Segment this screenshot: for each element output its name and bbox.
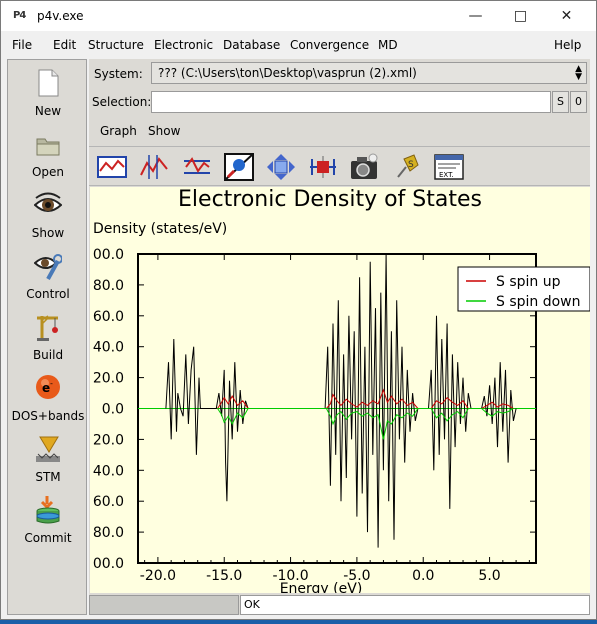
y-tick-label: 40.0 bbox=[93, 340, 124, 356]
ext-icon[interactable]: EXT. bbox=[434, 153, 464, 181]
curve-lines-icon[interactable] bbox=[182, 153, 212, 181]
y-tick-label: 0.0 bbox=[102, 402, 124, 418]
selection-label: Selection: bbox=[92, 95, 152, 109]
chart-title: Electronic Density of States bbox=[178, 187, 482, 212]
stm-tip-icon bbox=[36, 436, 60, 462]
graph-toolbar: S EXT. bbox=[89, 146, 590, 186]
window-title: p4v.exe bbox=[37, 9, 84, 23]
curve-icon[interactable] bbox=[139, 153, 169, 181]
tool-stm[interactable]: STM bbox=[8, 430, 88, 490]
menu-help[interactable]: Help bbox=[554, 38, 581, 52]
tool-label: New bbox=[34, 104, 62, 118]
svg-text:e: e bbox=[42, 381, 50, 395]
system-label: System: bbox=[94, 67, 143, 81]
tool-label: Commit bbox=[24, 531, 72, 545]
svg-text:-: - bbox=[50, 379, 53, 388]
tool-show[interactable]: Show bbox=[8, 186, 88, 246]
zoom-icon[interactable] bbox=[224, 153, 254, 181]
svg-text:EXT.: EXT. bbox=[439, 171, 454, 179]
x-axis-label: Energy (eV) bbox=[280, 581, 363, 593]
tool-new[interactable]: New bbox=[8, 64, 88, 124]
crane-icon bbox=[37, 315, 58, 341]
tool-label: Build bbox=[32, 348, 64, 362]
chart-svg: 00.0 80.0 60.0 40.0 20.0 0.0 20.0 40.0 60.0 80.0 0… bbox=[93, 247, 590, 593]
x-tick-label: -15.0 bbox=[206, 568, 242, 584]
menu-edit[interactable]: Edit bbox=[53, 38, 76, 52]
tool-label: DOS+bands bbox=[11, 409, 85, 423]
x-tick-label: 0.0 bbox=[412, 568, 434, 584]
menu-md[interactable]: MD bbox=[378, 38, 398, 52]
legend-label: S spin down bbox=[496, 294, 581, 310]
y-tick-label: 40.0 bbox=[93, 463, 124, 479]
selection-s-button[interactable]: S bbox=[552, 91, 569, 113]
y-tick-label: 80.0 bbox=[93, 525, 124, 541]
selection-input[interactable] bbox=[151, 91, 551, 113]
menu-structure[interactable]: Structure bbox=[88, 38, 144, 52]
open-folder-icon bbox=[36, 138, 60, 156]
tool-label: Show bbox=[31, 226, 65, 240]
status-bar: OK bbox=[89, 595, 590, 615]
electron-icon: e - bbox=[36, 375, 60, 399]
status-progress bbox=[89, 595, 239, 615]
x-tick-label: -20.0 bbox=[140, 568, 176, 584]
y-tick-label: 00.0 bbox=[93, 556, 124, 572]
menu-bar: File Edit Structure Electronic Database … bbox=[1, 35, 596, 57]
pin-icon[interactable]: S bbox=[392, 153, 422, 181]
pan-arrows-icon[interactable] bbox=[266, 153, 296, 181]
eye-icon bbox=[34, 192, 62, 212]
show-menu[interactable]: Show bbox=[148, 124, 180, 138]
tool-dos-bands[interactable]: e - DOS+bands bbox=[8, 369, 88, 429]
scale-icon[interactable] bbox=[308, 153, 338, 181]
app-icon: P4 bbox=[13, 10, 26, 21]
y-tick-label: 20.0 bbox=[93, 432, 124, 448]
camera-icon[interactable] bbox=[349, 153, 379, 181]
tool-label: STM bbox=[35, 470, 61, 484]
left-toolbar: New Open Show Control Build e - DOS+band… bbox=[7, 59, 87, 615]
tool-build[interactable]: Build bbox=[8, 308, 88, 368]
graph-frame-icon[interactable] bbox=[97, 153, 127, 181]
y-tick-label: 80.0 bbox=[93, 278, 124, 294]
app-window: P4 p4v.exe — □ ✕ File Edit Structure Ele… bbox=[0, 0, 597, 620]
selection-zero-button[interactable]: 0 bbox=[570, 91, 587, 113]
x-tick-label: 5.0 bbox=[478, 568, 500, 584]
title-bar[interactable]: P4 p4v.exe — □ ✕ bbox=[1, 1, 596, 31]
graph-menu[interactable]: Graph bbox=[100, 124, 137, 138]
maximize-button[interactable]: □ bbox=[498, 1, 543, 31]
dos-chart[interactable]: 00.0 80.0 60.0 40.0 20.0 0.0 20.0 40.0 60.0 80.0 0… bbox=[90, 187, 590, 593]
menu-database[interactable]: Database bbox=[223, 38, 280, 52]
menu-convergence[interactable]: Convergence bbox=[290, 38, 369, 52]
y-tick-label: 60.0 bbox=[93, 309, 124, 325]
minimize-button[interactable]: — bbox=[453, 1, 498, 31]
main-panel: System: ??? (C:\Users\ton\Desktop\vaspru… bbox=[89, 59, 590, 615]
y-tick-label: 20.0 bbox=[93, 371, 124, 387]
y-tick-label: 00.0 bbox=[93, 247, 124, 263]
y-axis-label: Density (states/eV) bbox=[93, 221, 228, 237]
tool-label: Open bbox=[31, 165, 65, 179]
updown-arrow-icon: ▲ ▼ bbox=[575, 64, 582, 82]
new-document-icon bbox=[38, 69, 59, 97]
control-wrench-icon bbox=[34, 254, 62, 280]
system-value: ??? (C:\Users\ton\Desktop\vasprun (2).xm… bbox=[158, 66, 417, 80]
menu-file[interactable]: File bbox=[12, 38, 32, 52]
y-tick-label: 60.0 bbox=[93, 494, 124, 510]
menu-electronic[interactable]: Electronic bbox=[154, 38, 213, 52]
close-button[interactable]: ✕ bbox=[544, 1, 589, 31]
svg-text:S: S bbox=[408, 160, 414, 170]
tool-label: Control bbox=[26, 287, 70, 301]
legend-label: S spin up bbox=[496, 274, 561, 290]
tool-open[interactable]: Open bbox=[8, 125, 88, 185]
system-select[interactable]: ??? (C:\Users\ton\Desktop\vasprun (2).xm… bbox=[151, 62, 587, 84]
status-text: OK bbox=[240, 595, 590, 615]
tool-commit[interactable]: Commit bbox=[8, 491, 88, 551]
tool-control[interactable]: Control bbox=[8, 247, 88, 307]
database-commit-icon bbox=[36, 496, 60, 524]
